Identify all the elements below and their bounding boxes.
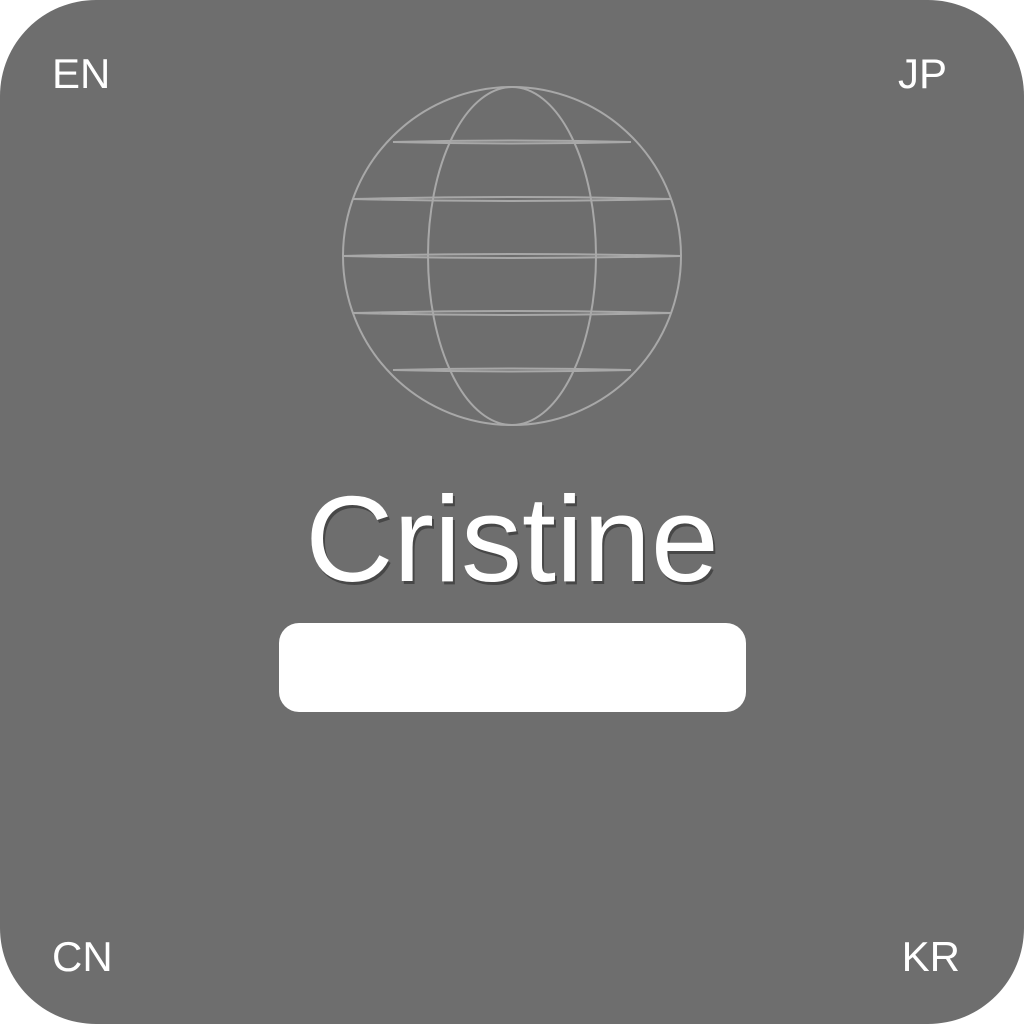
user-name: Cristine [305,471,719,607]
language-en-button[interactable]: EN [52,53,110,95]
globe-icon [342,86,682,426]
app-tile: EN JP CN KR Cristine [0,0,1024,1024]
language-kr-button[interactable]: KR [902,936,960,978]
language-jp-button[interactable]: JP [898,53,947,95]
language-cn-button[interactable]: CN [52,936,113,978]
name-input[interactable] [279,623,746,712]
